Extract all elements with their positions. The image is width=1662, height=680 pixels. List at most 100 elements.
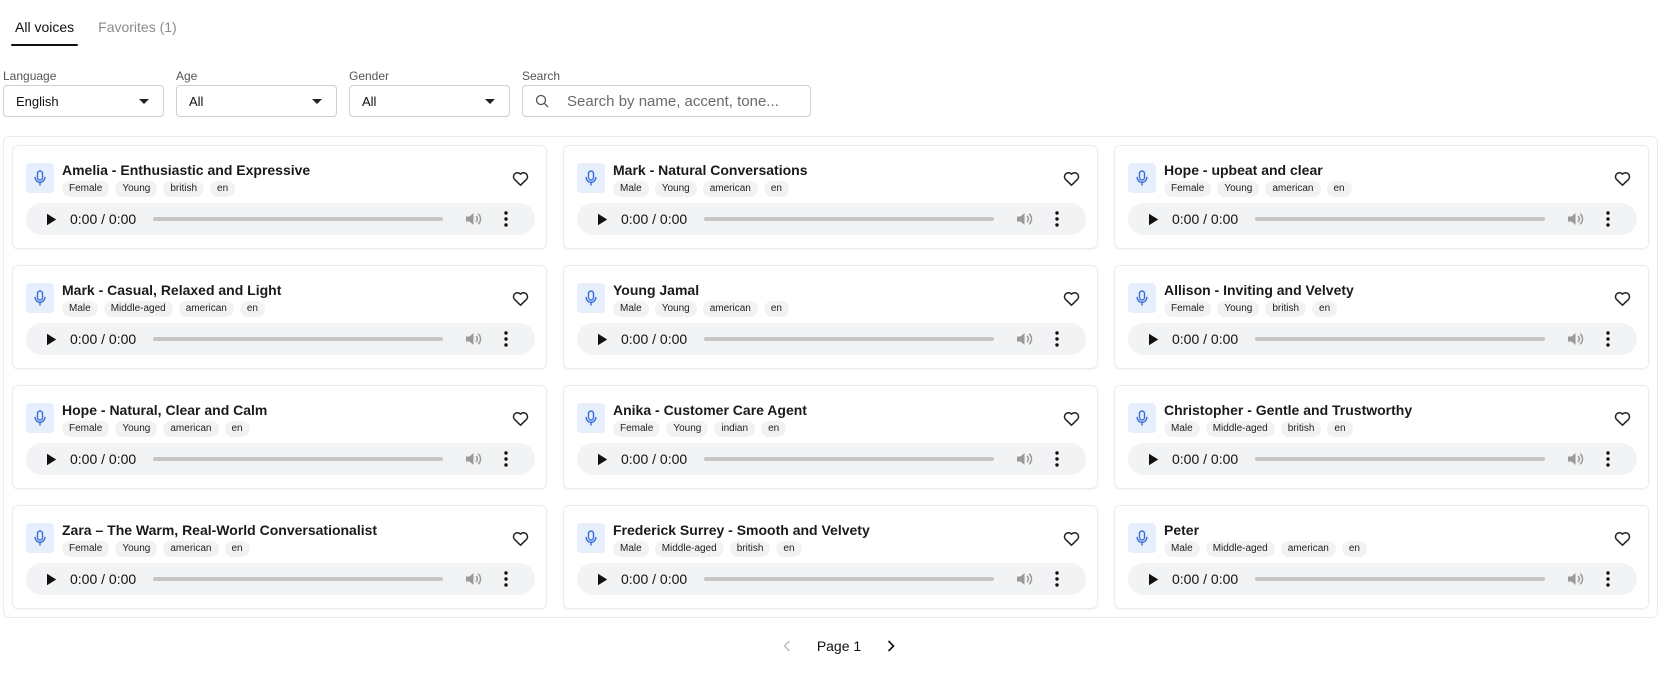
voice-card: Mark - Casual, Relaxed and Light Male Mid…: [12, 265, 547, 369]
tab-all-voices[interactable]: All voices: [11, 0, 79, 46]
voice-tag: Male: [62, 301, 98, 317]
voice-tag: british: [1280, 421, 1322, 437]
age-select[interactable]: All: [176, 85, 337, 117]
play-icon[interactable]: [46, 452, 60, 466]
more-vertical-icon[interactable]: [1049, 450, 1065, 468]
more-vertical-icon[interactable]: [1600, 210, 1616, 228]
chevron-right-icon[interactable]: [881, 636, 901, 656]
more-vertical-icon[interactable]: [498, 570, 514, 588]
progress-bar[interactable]: [1255, 577, 1546, 581]
heart-outline-icon[interactable]: [1061, 409, 1081, 429]
volume-icon[interactable]: [465, 210, 483, 228]
voice-tag: en: [776, 541, 802, 557]
progress-bar[interactable]: [704, 577, 995, 581]
more-vertical-icon[interactable]: [1049, 210, 1065, 228]
progress-bar[interactable]: [153, 337, 444, 341]
playback-time: 0:00 / 0:00: [1172, 211, 1239, 227]
audio-player: 0:00 / 0:00: [577, 443, 1086, 475]
voice-tag: Young: [654, 181, 697, 197]
heart-outline-icon[interactable]: [1612, 289, 1632, 309]
mic-icon: [577, 283, 605, 313]
progress-bar[interactable]: [1255, 337, 1546, 341]
volume-icon[interactable]: [1016, 210, 1034, 228]
voice-tag: en: [239, 301, 265, 317]
heart-outline-icon[interactable]: [510, 529, 530, 549]
heart-outline-icon[interactable]: [1061, 169, 1081, 189]
volume-icon[interactable]: [1016, 450, 1034, 468]
audio-player: 0:00 / 0:00: [1128, 443, 1637, 475]
search-input[interactable]: [567, 92, 797, 110]
gender-select[interactable]: All: [349, 85, 510, 117]
volume-icon[interactable]: [1016, 570, 1034, 588]
search-box[interactable]: [522, 85, 811, 117]
caret-down-icon: [312, 98, 322, 104]
heart-outline-icon[interactable]: [1612, 409, 1632, 429]
voice-tag: american: [178, 301, 234, 317]
voice-tag: Female: [62, 181, 110, 197]
heart-outline-icon[interactable]: [510, 409, 530, 429]
voice-tag: Young: [666, 421, 709, 437]
heart-outline-icon[interactable]: [1061, 529, 1081, 549]
caret-down-icon: [485, 98, 495, 104]
voice-tag: Male: [1164, 421, 1200, 437]
playback-time: 0:00 / 0:00: [621, 571, 688, 587]
more-vertical-icon[interactable]: [1600, 330, 1616, 348]
mic-icon: [26, 523, 54, 553]
more-vertical-icon[interactable]: [498, 210, 514, 228]
progress-bar[interactable]: [704, 457, 995, 461]
voice-tag: Female: [62, 421, 110, 437]
more-vertical-icon[interactable]: [1600, 570, 1616, 588]
volume-icon[interactable]: [1567, 330, 1585, 348]
volume-icon[interactable]: [1567, 450, 1585, 468]
play-icon[interactable]: [1148, 572, 1162, 586]
progress-bar[interactable]: [153, 577, 444, 581]
age-select-value: All: [189, 93, 204, 109]
volume-icon[interactable]: [465, 450, 483, 468]
voice-tag: Middle-aged: [103, 301, 173, 317]
more-vertical-icon[interactable]: [1600, 450, 1616, 468]
play-icon[interactable]: [597, 572, 611, 586]
play-icon[interactable]: [597, 212, 611, 226]
play-icon[interactable]: [46, 572, 60, 586]
voice-tag: Middle-aged: [654, 541, 724, 557]
volume-icon[interactable]: [1567, 210, 1585, 228]
more-vertical-icon[interactable]: [498, 450, 514, 468]
more-vertical-icon[interactable]: [1049, 570, 1065, 588]
heart-outline-icon[interactable]: [1061, 289, 1081, 309]
heart-outline-icon[interactable]: [510, 169, 530, 189]
play-icon[interactable]: [597, 452, 611, 466]
caret-down-icon: [139, 98, 149, 104]
voice-tag: en: [763, 181, 789, 197]
play-icon[interactable]: [46, 332, 60, 346]
more-vertical-icon[interactable]: [498, 330, 514, 348]
audio-player: 0:00 / 0:00: [26, 443, 535, 475]
heart-outline-icon[interactable]: [1612, 529, 1632, 549]
volume-icon[interactable]: [465, 330, 483, 348]
volume-icon[interactable]: [465, 570, 483, 588]
progress-bar[interactable]: [1255, 217, 1546, 221]
play-icon[interactable]: [46, 212, 60, 226]
more-vertical-icon[interactable]: [1049, 330, 1065, 348]
progress-bar[interactable]: [153, 217, 444, 221]
voice-tag: Female: [62, 541, 110, 557]
play-icon[interactable]: [597, 332, 611, 346]
volume-icon[interactable]: [1016, 330, 1034, 348]
voice-card: Peter Male Middle-aged american en 0:00 / 0…: [1114, 505, 1649, 609]
progress-bar[interactable]: [704, 337, 995, 341]
voice-tags: Male Young american en: [613, 301, 789, 317]
play-icon[interactable]: [1148, 452, 1162, 466]
progress-bar[interactable]: [704, 217, 995, 221]
play-icon[interactable]: [1148, 332, 1162, 346]
language-select[interactable]: English: [3, 85, 164, 117]
tab-favorites[interactable]: Favorites (1): [98, 0, 177, 46]
playback-time: 0:00 / 0:00: [621, 331, 688, 347]
chevron-left-icon[interactable]: [777, 636, 797, 656]
progress-bar[interactable]: [1255, 457, 1546, 461]
volume-icon[interactable]: [1567, 570, 1585, 588]
play-icon[interactable]: [1148, 212, 1162, 226]
progress-bar[interactable]: [153, 457, 444, 461]
language-filter: Language English: [3, 68, 164, 117]
heart-outline-icon[interactable]: [510, 289, 530, 309]
voice-tag: en: [1326, 181, 1352, 197]
heart-outline-icon[interactable]: [1612, 169, 1632, 189]
